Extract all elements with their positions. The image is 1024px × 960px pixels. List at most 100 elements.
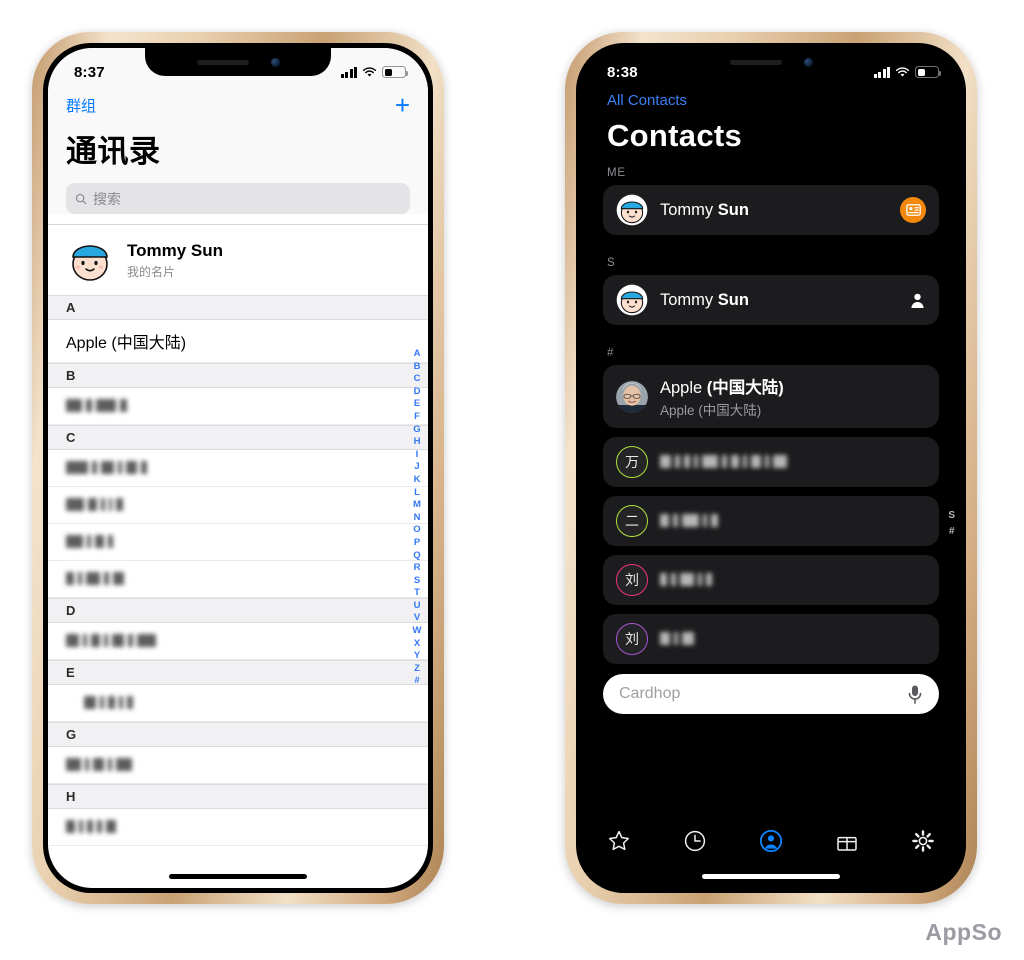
cartoon-face-avatar <box>616 284 648 316</box>
initial-avatar: 刘 <box>616 564 648 596</box>
section-header-C: C <box>48 425 428 450</box>
index-rail[interactable]: A B C D E F G H I J K L M N O P Q R S T U V W X Y Z # <box>409 348 425 688</box>
all-contacts-button[interactable]: All Contacts <box>607 92 935 109</box>
index-letter[interactable]: J <box>414 461 419 474</box>
index-letter[interactable]: G <box>413 424 420 437</box>
cartoon-face-avatar <box>72 245 108 281</box>
right-screen: 8:38 All Contacts Contacts ME Tommy Sun S T… <box>581 48 961 888</box>
cardhop-search-input[interactable]: Cardhop <box>603 674 939 714</box>
groups-button[interactable]: 群组 <box>66 95 96 116</box>
contact-row[interactable]: Apple (中国大陆) <box>48 320 428 363</box>
tab-settings[interactable] <box>906 827 940 855</box>
index-letter[interactable]: C <box>414 373 421 386</box>
phone-right-body: 8:38 All Contacts Contacts ME Tommy Sun S T… <box>576 43 966 893</box>
index-letter[interactable]: M <box>413 499 421 512</box>
right-status-icons <box>873 66 941 78</box>
search-input[interactable]: 搜索 <box>66 183 410 214</box>
contact-text: Apple (中国大陆) Apple (中国大陆) <box>660 374 784 419</box>
index-letter[interactable]: W <box>413 625 422 638</box>
person-circle-icon <box>759 829 783 853</box>
index-letter[interactable]: K <box>414 474 421 487</box>
battery-icon <box>915 66 941 78</box>
index-letter[interactable]: N <box>414 512 421 525</box>
index-letter[interactable]: T <box>414 587 420 600</box>
index-letter[interactable]: O <box>413 524 420 537</box>
add-contact-button[interactable]: + <box>395 92 410 118</box>
index-letter[interactable]: S <box>948 510 955 521</box>
index-letter[interactable]: S <box>414 575 420 588</box>
contact-card[interactable]: Tommy Sun <box>603 275 939 325</box>
contact-card-icon[interactable] <box>900 197 926 223</box>
index-letter[interactable]: A <box>414 348 421 361</box>
contact-row[interactable] <box>48 685 428 722</box>
contact-card[interactable]: 刘 <box>603 614 939 664</box>
index-letter[interactable]: R <box>414 562 421 575</box>
redacted-name <box>660 453 791 471</box>
index-letter[interactable]: L <box>414 487 420 500</box>
gift-icon <box>837 836 857 851</box>
right-contact-list[interactable]: ME Tommy Sun S Tommy Sun # Apple (中国大陆) Apple … <box>581 154 961 664</box>
microphone-icon[interactable] <box>907 684 923 705</box>
search-placeholder: 搜索 <box>93 190 121 207</box>
index-letter[interactable]: Q <box>413 550 420 563</box>
contact-name: Apple (中国大陆) <box>66 335 187 352</box>
battery-icon <box>382 66 408 78</box>
contact-text <box>660 571 716 589</box>
contact-row[interactable] <box>48 809 428 846</box>
index-letter[interactable]: Y <box>414 650 420 663</box>
index-letter[interactable]: D <box>414 386 421 399</box>
contact-row[interactable] <box>48 561 428 598</box>
contact-row[interactable] <box>48 487 428 524</box>
person-icon[interactable] <box>909 292 926 309</box>
index-letter[interactable]: X <box>414 638 420 651</box>
contact-text: Tommy Sun <box>660 201 749 220</box>
contact-row[interactable] <box>48 388 428 425</box>
contact-card[interactable]: Tommy Sun <box>603 185 939 235</box>
index-letter[interactable]: P <box>414 537 420 550</box>
tab-favorites[interactable] <box>602 827 636 855</box>
index-letter[interactable]: Z <box>414 663 420 676</box>
contact-row[interactable] <box>48 450 428 487</box>
phone-left-body: 8:37 群组 + 通讯录 搜索 Tommy Sun 我的名片 A Apple … <box>43 43 433 893</box>
contact-text <box>660 512 722 530</box>
watermark: AppSo <box>925 919 1002 945</box>
gear-icon <box>912 830 934 852</box>
index-letter[interactable]: I <box>416 449 419 462</box>
redacted-name <box>66 459 151 477</box>
home-indicator <box>169 874 307 879</box>
index-letter[interactable]: U <box>414 600 421 613</box>
redacted-name <box>66 818 120 836</box>
left-nav-row: 群组 + <box>66 90 410 120</box>
contact-card[interactable]: 万 <box>603 437 939 487</box>
left-contact-list[interactable]: A Apple (中国大陆) B C D E G H <box>48 295 428 846</box>
index-letter[interactable]: # <box>414 675 419 688</box>
cellular-bars-icon <box>340 66 357 78</box>
tab-birthdays[interactable] <box>830 827 864 855</box>
left-status-icons <box>340 66 408 78</box>
contact-row[interactable] <box>48 524 428 561</box>
contact-card[interactable]: 刘 <box>603 555 939 605</box>
index-letter[interactable]: # <box>949 526 955 537</box>
contact-card[interactable]: Apple (中国大陆) Apple (中国大陆) <box>603 365 939 428</box>
section-header-#: # <box>607 347 615 359</box>
contact-row[interactable] <box>48 623 428 660</box>
index-letter[interactable]: F <box>414 411 420 424</box>
contact-name: Tommy Sun <box>660 290 749 309</box>
phone-right: 8:38 All Contacts Contacts ME Tommy Sun S T… <box>565 32 977 904</box>
right-status-time: 8:38 <box>607 63 638 81</box>
contact-card[interactable]: 二 <box>603 496 939 546</box>
home-indicator <box>702 874 840 879</box>
tab-recents[interactable] <box>678 827 712 855</box>
index-letter[interactable]: E <box>414 398 420 411</box>
index-letter[interactable]: B <box>414 361 421 374</box>
left-status-time: 8:37 <box>74 63 105 81</box>
index-letter[interactable]: V <box>414 612 420 625</box>
my-card-row[interactable]: Tommy Sun 我的名片 <box>48 225 428 295</box>
right-index-rail[interactable]: S # <box>948 510 955 537</box>
contact-row[interactable] <box>48 747 428 784</box>
section-header-ME: ME <box>607 167 626 179</box>
redacted-name <box>66 496 127 514</box>
tab-contacts[interactable] <box>754 827 788 855</box>
index-letter[interactable]: H <box>414 436 421 449</box>
photo-avatar <box>616 380 648 413</box>
